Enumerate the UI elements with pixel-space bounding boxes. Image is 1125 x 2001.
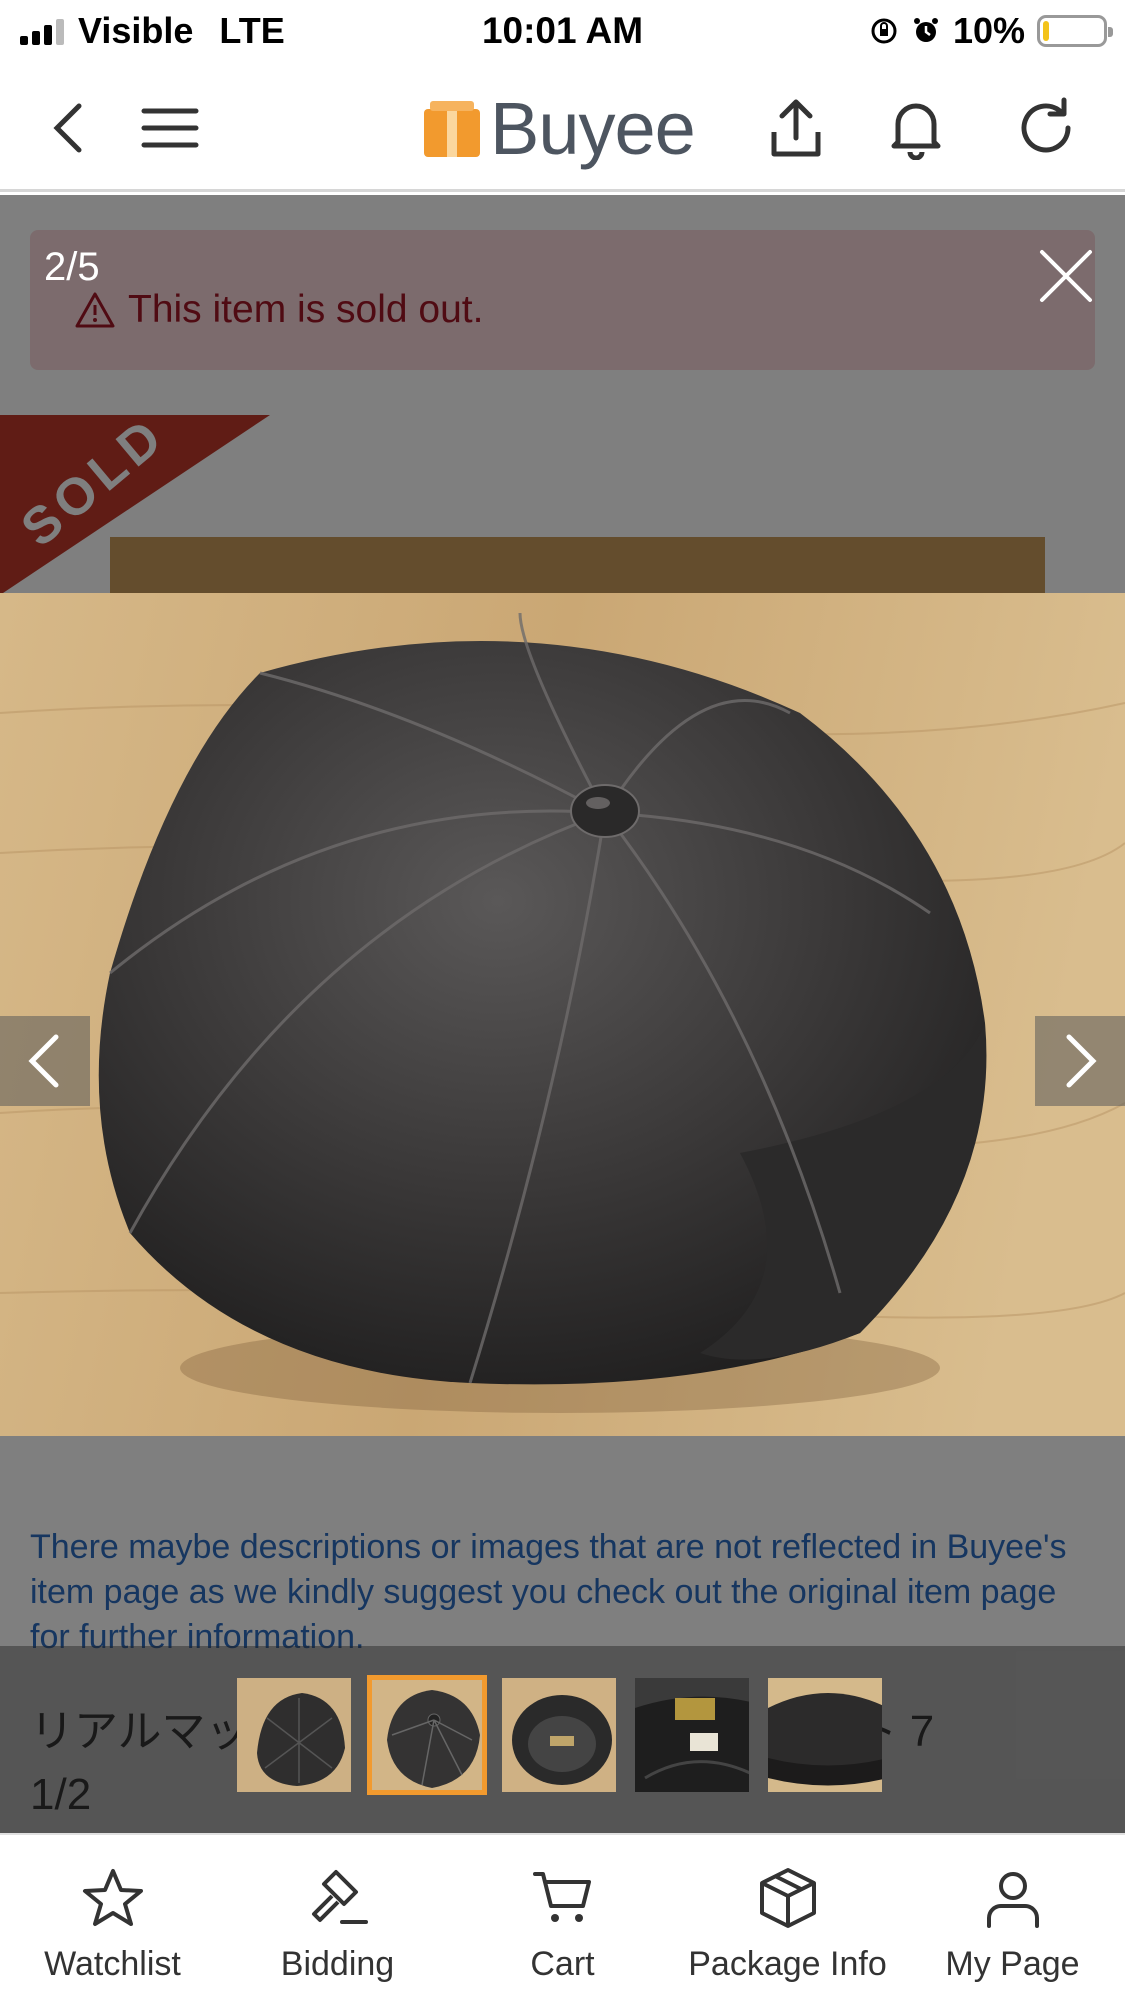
thumbnail-3[interactable] — [499, 1675, 619, 1795]
close-icon — [1040, 250, 1092, 302]
star-icon — [82, 1869, 143, 1926]
image-counter: 2/5 — [44, 245, 100, 289]
package-icon — [759, 1868, 816, 1928]
thumbnail-4[interactable] — [632, 1675, 752, 1795]
tab-bidding[interactable]: Bidding — [225, 1835, 450, 2001]
bell-icon — [891, 103, 941, 160]
logo-text: Buyee — [490, 87, 696, 170]
gavel-icon — [311, 1870, 368, 1924]
tab-label: My Page — [945, 1945, 1080, 1983]
box-logo-icon — [424, 100, 480, 157]
refresh-button[interactable] — [1010, 92, 1082, 164]
viewer-image[interactable] — [0, 593, 1125, 1436]
chevron-right-icon — [1066, 1034, 1097, 1088]
share-icon — [771, 99, 821, 157]
tab-label: Bidding — [280, 1945, 395, 1983]
orientation-lock-icon — [871, 18, 897, 44]
tab-watchlist[interactable]: Watchlist — [0, 1835, 225, 2001]
alarm-icon — [913, 18, 938, 42]
buyee-logo[interactable]: Buyee — [420, 86, 696, 171]
thumbnail-strip — [0, 1646, 1125, 1833]
menu-button[interactable] — [134, 92, 206, 164]
leather-cap-photo — [0, 593, 1125, 1436]
thumbnail-5[interactable] — [765, 1675, 885, 1795]
tab-label: Watchlist — [44, 1945, 181, 1983]
battery-percent: 10% — [952, 10, 1025, 51]
status-bar: Visible LTE 10:01 AM 10% — [0, 0, 1125, 64]
tab-label: Cart — [530, 1945, 595, 1983]
bottom-tab-bar: Watchlist Bidding Cart Package Info My P… — [0, 1833, 1125, 2001]
tab-package-info[interactable]: Package Info — [675, 1835, 900, 2001]
menu-icon — [141, 108, 199, 148]
refresh-icon — [1021, 97, 1071, 153]
close-viewer-button[interactable] — [1030, 240, 1102, 312]
chevron-left-icon — [28, 1034, 59, 1088]
next-image-button[interactable] — [1035, 1016, 1125, 1106]
back-button[interactable] — [32, 92, 104, 164]
user-icon — [986, 1872, 1039, 1928]
tab-cart[interactable]: Cart — [450, 1835, 675, 2001]
back-icon — [53, 103, 82, 153]
previous-image-button[interactable] — [0, 1016, 90, 1106]
tab-label: Package Info — [688, 1945, 887, 1983]
thumbnail-2[interactable] — [367, 1675, 487, 1795]
share-button[interactable] — [760, 92, 832, 164]
notifications-button[interactable] — [880, 92, 952, 164]
cart-icon — [532, 1872, 591, 1922]
battery-icon — [1037, 15, 1113, 47]
top-nav-bar: Buyee — [0, 64, 1125, 192]
thumbnail-1[interactable] — [234, 1675, 354, 1795]
tab-my-page[interactable]: My Page — [900, 1835, 1125, 2001]
